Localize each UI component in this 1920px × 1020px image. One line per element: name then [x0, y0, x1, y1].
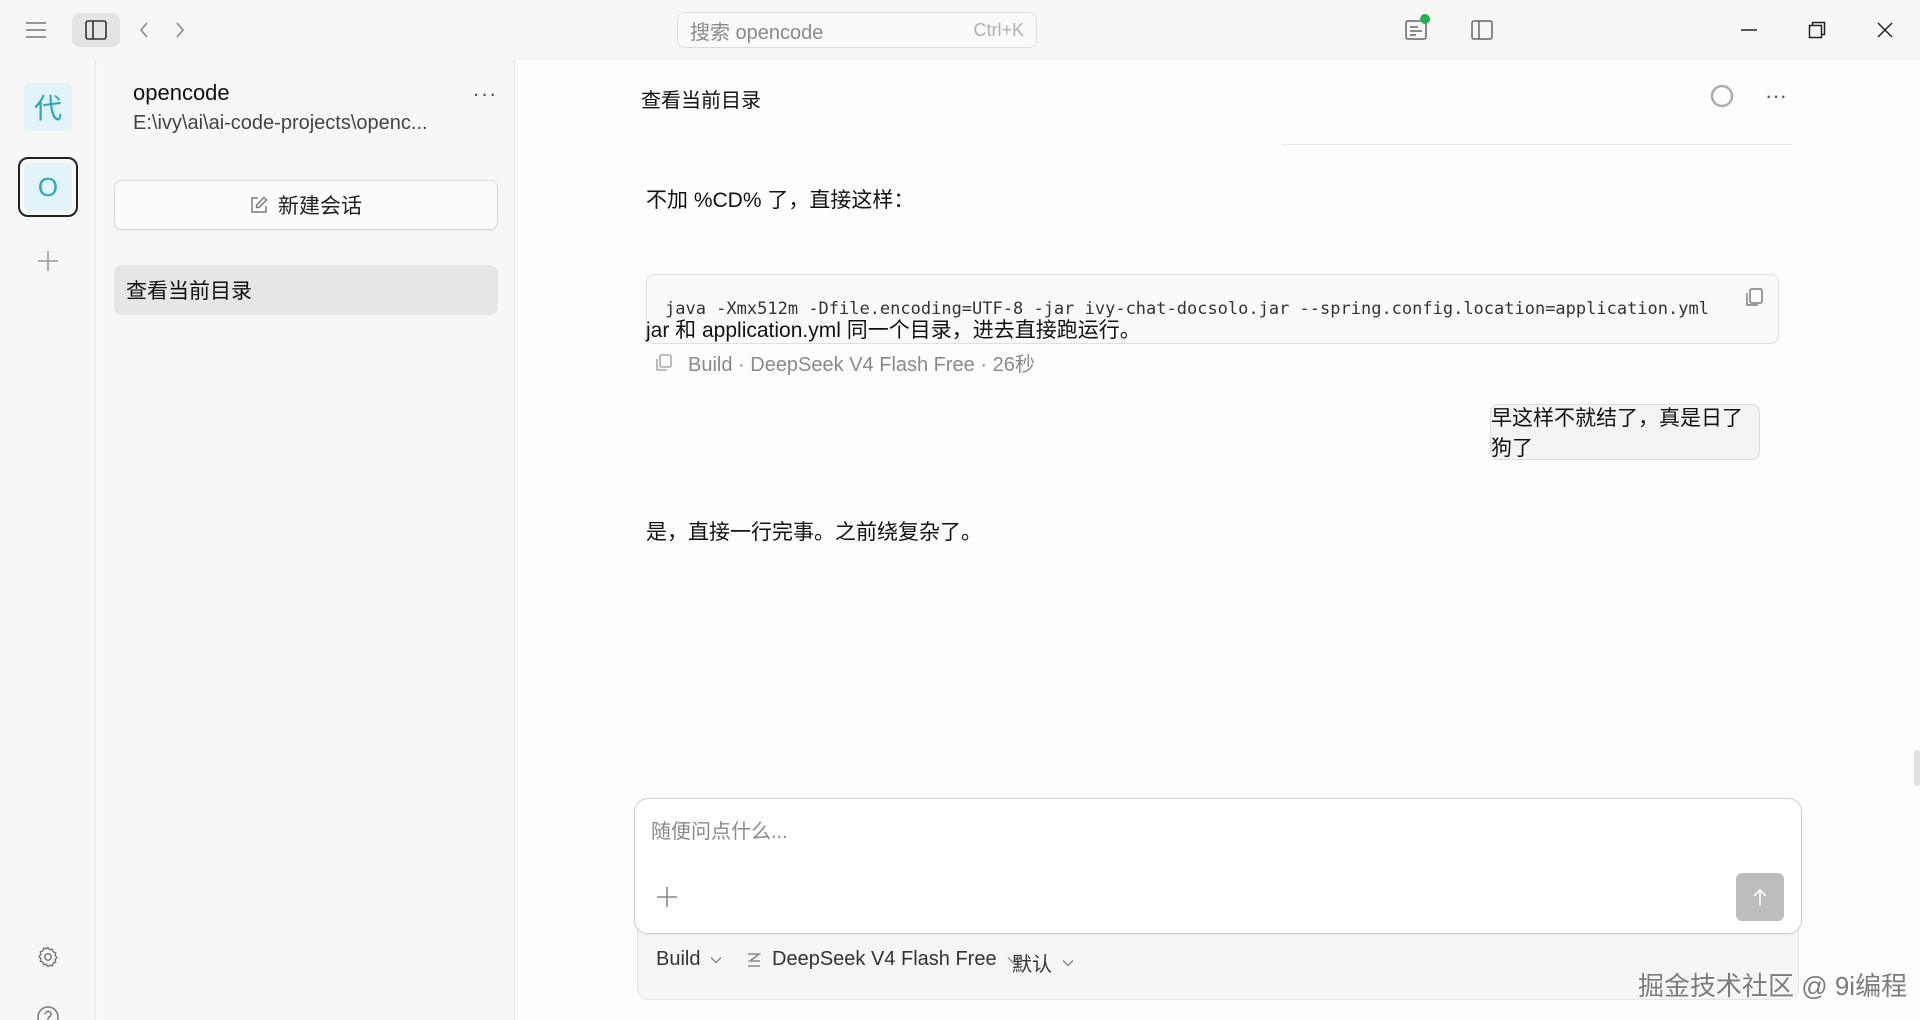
review-changes-icon[interactable]: [1398, 12, 1434, 48]
project-avatar-label: 代: [33, 93, 62, 124]
prompt-input[interactable]: 随便问点什么...: [634, 798, 1802, 934]
variant-label: 默认: [1012, 954, 1052, 976]
restore-icon[interactable]: [1793, 10, 1841, 50]
menu-icon[interactable]: [18, 14, 54, 46]
message-meta: Build · DeepSeek V4 Flash Free · 26秒: [654, 348, 1035, 377]
project-avatar-label: O: [37, 171, 59, 202]
forward-icon[interactable]: [166, 14, 194, 46]
close-icon[interactable]: [1861, 10, 1909, 50]
prompt-placeholder: 随便问点什么...: [651, 821, 788, 843]
model-label: DeepSeek V4 Flash Free: [772, 948, 997, 970]
model-selector[interactable]: DeepSeek V4 Flash Free: [746, 948, 1019, 971]
project-name: opencode: [133, 80, 230, 105]
back-icon[interactable]: [130, 14, 158, 46]
variant-selector[interactable]: 默认: [1012, 948, 1074, 977]
assistant-message-reply: 是，直接一行完事。之前绕复杂了。: [646, 521, 982, 544]
copy-code-icon[interactable]: [1742, 285, 1768, 311]
project-avatar-2-selected[interactable]: O: [18, 157, 78, 217]
status-dot: [1420, 14, 1430, 24]
project-more-icon[interactable]: ···: [465, 76, 505, 112]
chevron-down-icon: [1062, 959, 1074, 966]
assistant-message-intro: 不加 %CD% 了，直接这样：: [646, 189, 915, 212]
search-placeholder: 搜索 opencode: [690, 21, 824, 44]
session-sidebar: opencode E:\ivy\ai\ai-code-projects\open…: [97, 60, 515, 1020]
arrow-up-icon: [1753, 888, 1767, 905]
chevron-down-icon: [710, 956, 722, 963]
add-project-icon[interactable]: [30, 243, 66, 279]
loading-spinner-icon: [1709, 83, 1735, 109]
new-session-label: 新建会话: [278, 195, 362, 218]
minimize-icon[interactable]: [1725, 10, 1773, 50]
previous-message-edge: [1282, 143, 1792, 145]
user-message-text: 早这样不就结了，真是日了狗了: [1491, 407, 1743, 460]
model-provider-icon: [747, 952, 762, 967]
toggle-sidebar-icon[interactable]: [72, 13, 120, 47]
new-session-button[interactable]: 新建会话: [114, 180, 498, 230]
help-icon[interactable]: [30, 999, 66, 1020]
agent-selector[interactable]: Build: [656, 948, 722, 971]
search-input[interactable]: 搜索 opencode Ctrl+K: [677, 12, 1037, 48]
edit-icon: [251, 196, 268, 213]
project-avatar-2: O: [24, 163, 72, 211]
conversation-title: 查看当前目录: [641, 90, 761, 112]
project-avatar-1[interactable]: 代: [24, 83, 72, 131]
send-button[interactable]: [1736, 873, 1784, 921]
search-shortcut: Ctrl+K: [973, 19, 1024, 40]
user-message-bubble: 早这样不就结了，真是日了狗了: [1490, 404, 1760, 460]
title-bar: 搜索 opencode Ctrl+K: [0, 0, 1920, 60]
toggle-panel-icon[interactable]: [1464, 12, 1500, 48]
project-rail: 代 O: [0, 60, 96, 1020]
scrollbar[interactable]: [1914, 750, 1920, 786]
assistant-message-followup: jar 和 application.yml 同一个目录，进去直接跑运行。: [646, 319, 1141, 342]
watermark: 掘金技术社区 @ 9i编程: [1638, 971, 1908, 1001]
conversation-more-icon[interactable]: ···: [1756, 78, 1796, 114]
project-path: E:\ivy\ai\ai-code-projects\openc...: [133, 112, 428, 134]
conversation-panel: 查看当前目录 ··· 不加 %CD% 了，直接这样： java -Xmx512m…: [516, 60, 1920, 1020]
agent-label: Build: [656, 948, 701, 970]
message-meta-text: Build · DeepSeek V4 Flash Free · 26秒: [688, 354, 1035, 376]
settings-gear-icon[interactable]: [30, 939, 66, 975]
add-attachment-icon[interactable]: [649, 879, 685, 915]
session-title: 查看当前目录: [126, 280, 252, 303]
session-item-active[interactable]: 查看当前目录: [114, 265, 498, 315]
copy-message-icon[interactable]: [654, 353, 674, 373]
